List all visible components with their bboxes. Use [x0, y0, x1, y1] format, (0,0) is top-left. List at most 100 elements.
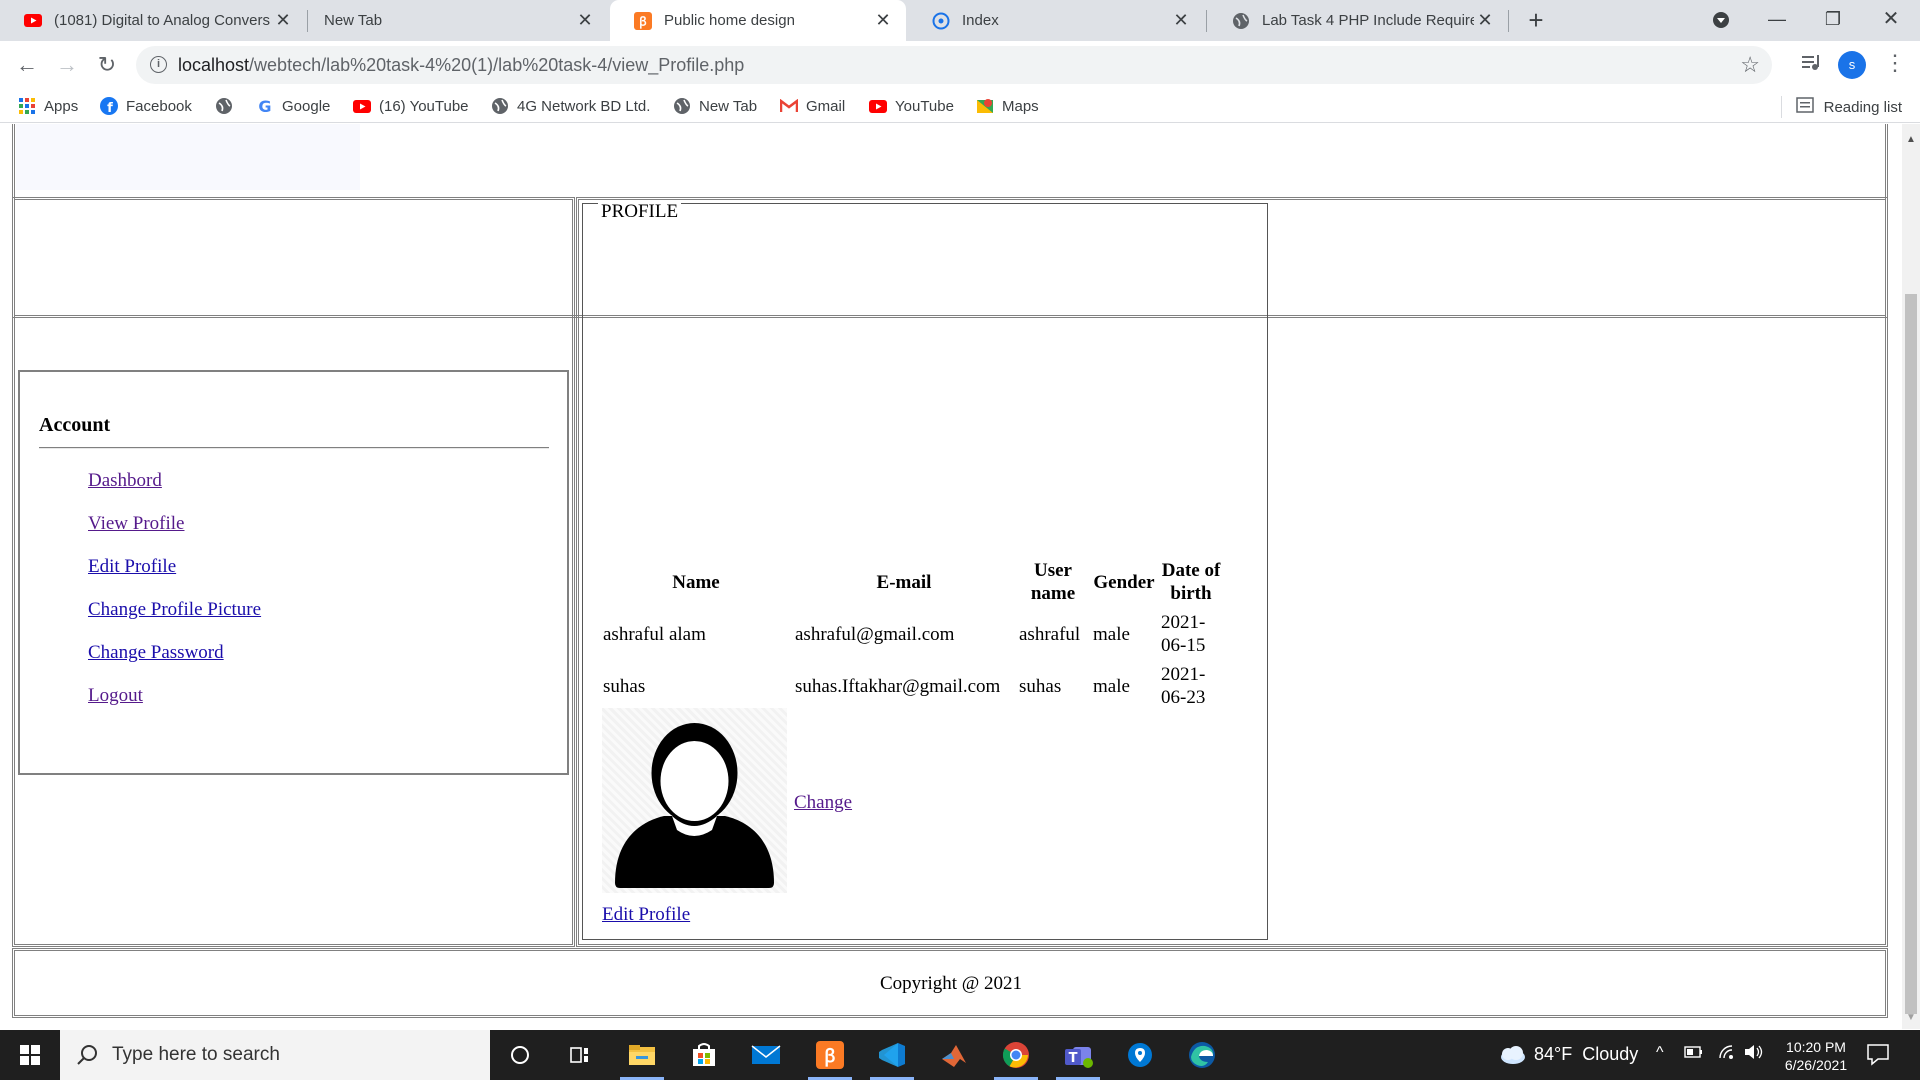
svg-text:G: G — [258, 97, 271, 115]
reading-list-button[interactable]: Reading list — [1780, 96, 1902, 118]
file-explorer-icon[interactable] — [612, 1030, 672, 1080]
cell-name: ashraful alam — [603, 623, 706, 645]
bookmark-apps[interactable]: Apps — [18, 96, 78, 116]
media-queue-icon[interactable] — [1800, 52, 1822, 79]
close-tab-icon[interactable]: ✕ — [872, 10, 894, 31]
account-title: Account — [39, 414, 111, 436]
globe-icon — [491, 97, 509, 115]
svg-text:ꞵ: ꞵ — [824, 1046, 835, 1067]
minimize-button[interactable]: — — [1754, 0, 1800, 41]
close-tab-icon[interactable]: ✕ — [272, 10, 294, 31]
bookmark-new-tab[interactable]: New Tab — [673, 96, 757, 116]
scroll-down-arrow-icon[interactable]: ▼ — [1906, 1012, 1916, 1023]
tab-youtube[interactable]: (1081) Digital to Analog Convers ✕ — [0, 0, 306, 41]
site-info-icon[interactable]: i — [150, 56, 167, 73]
cloud-icon — [1501, 1045, 1525, 1064]
change-picture-link[interactable]: Change — [794, 792, 852, 814]
bookmark-facebook[interactable]: f Facebook — [100, 96, 192, 116]
maps-icon — [976, 97, 994, 115]
close-window-button[interactable]: ✕ — [1868, 0, 1914, 41]
tab-title: Public home design — [664, 12, 795, 29]
weather-widget[interactable]: 84°F Cloudy — [1496, 1044, 1638, 1065]
facebook-icon: f — [100, 97, 118, 115]
windows-logo-icon — [20, 1045, 40, 1065]
clock-time: 10:20 PM — [1786, 1039, 1846, 1055]
bookmark-maps[interactable]: Maps — [976, 96, 1039, 116]
system-clock[interactable]: 10:20 PM 6/26/2021 — [1768, 1038, 1864, 1074]
page-scrollbar[interactable]: ▲ ▼ — [1902, 124, 1920, 1029]
google-icon: G — [256, 97, 274, 115]
vscode-icon[interactable] — [862, 1030, 922, 1080]
reading-list-label: Reading list — [1823, 98, 1902, 116]
bookmark-gmail[interactable]: Gmail — [780, 96, 845, 116]
battery-icon[interactable] — [1684, 1045, 1704, 1064]
close-tab-icon[interactable]: ✕ — [1474, 10, 1496, 31]
forward-button[interactable]: → — [50, 48, 84, 82]
mail-icon[interactable] — [736, 1030, 796, 1080]
address-bar[interactable]: i localhost/webtech/lab%20task-4%20(1)/l… — [136, 46, 1772, 84]
new-tab-button[interactable]: + — [1520, 4, 1552, 36]
cell-username: ashraful — [1019, 623, 1081, 645]
volume-icon[interactable] — [1744, 1044, 1764, 1065]
task-view-icon[interactable] — [550, 1030, 610, 1080]
column-header-username: User name — [1030, 560, 1076, 604]
sidebar-link-logout[interactable]: Logout — [88, 685, 143, 707]
show-hidden-icons-icon[interactable]: ^ — [1656, 1044, 1664, 1062]
start-button[interactable] — [0, 1030, 60, 1080]
bookmark-google[interactable]: G Google — [256, 96, 330, 116]
bookmark-label: New Tab — [699, 97, 758, 115]
column-header-gender: Gender — [1093, 571, 1155, 593]
tab-public-home-design[interactable]: ꞵ Public home design ✕ — [610, 0, 906, 41]
sidebar-link-change-password[interactable]: Change Password — [88, 642, 224, 664]
tab-index[interactable]: Index ✕ — [908, 0, 1204, 41]
sidebar-link-view-profile[interactable]: View Profile — [88, 513, 184, 535]
sidebar-link-edit-profile[interactable]: Edit Profile — [88, 556, 176, 578]
cell-username: suhas — [1019, 675, 1062, 697]
tab-search-button[interactable] — [1698, 0, 1744, 41]
teams-icon[interactable]: T — [1048, 1030, 1108, 1080]
cell-name: suhas — [603, 675, 646, 697]
url-text[interactable]: localhost/webtech/lab%20task-4%20(1)/lab… — [178, 55, 744, 76]
bookmark-youtube-16[interactable]: (16) YouTube — [353, 96, 469, 116]
cell-email: ashraful@gmail.com — [795, 623, 955, 645]
bookmark-globe[interactable] — [215, 96, 241, 116]
edge-icon[interactable] — [1172, 1030, 1232, 1080]
chrome-menu-icon[interactable]: ⋮ — [1884, 50, 1906, 76]
bookmark-label: Maps — [1002, 97, 1039, 115]
sidebar-link-dashboard[interactable]: Dashbord — [88, 470, 162, 492]
profile-avatar[interactable]: s — [1838, 51, 1866, 79]
taskbar-search-box[interactable]: Type here to search — [60, 1030, 490, 1080]
scroll-up-arrow-icon[interactable]: ▲ — [1906, 134, 1916, 145]
restore-button[interactable]: ❐ — [1810, 0, 1856, 41]
microsoft-store-icon[interactable] — [674, 1030, 734, 1080]
search-icon — [77, 1045, 97, 1065]
sidebar-link-change-profile-picture[interactable]: Change Profile Picture — [88, 599, 261, 621]
close-tab-icon[interactable]: ✕ — [1170, 10, 1192, 31]
windows-taskbar: Type here to search ꞵ T 84°F Cloudy ^ 10… — [0, 1030, 1920, 1080]
wifi-icon[interactable] — [1718, 1044, 1738, 1065]
bookmark-youtube[interactable]: YouTube — [869, 96, 954, 116]
globe-icon — [215, 97, 233, 115]
clock-date: 6/26/2021 — [1784, 1057, 1848, 1073]
edit-profile-link[interactable]: Edit Profile — [602, 904, 690, 926]
reading-list-icon — [1795, 97, 1814, 117]
tab-title: (1081) Digital to Analog Convers — [54, 12, 270, 29]
close-tab-icon[interactable]: ✕ — [574, 10, 596, 31]
table-row: suhas suhas.Iftakhar@gmail.com suhas mal… — [602, 662, 1222, 710]
chrome-icon[interactable] — [986, 1030, 1046, 1080]
tab-lab-task-4[interactable]: Lab Task 4 PHP Include Require w ✕ — [1208, 0, 1508, 41]
notification-center-icon[interactable] — [1866, 1042, 1890, 1071]
bookmark-star-icon[interactable]: ☆ — [1740, 52, 1760, 78]
tab-new-tab[interactable]: New Tab ✕ — [308, 0, 608, 41]
reload-button[interactable]: ↻ — [90, 48, 124, 82]
maps-app-icon[interactable] — [1110, 1030, 1170, 1080]
weather-text: 84°F Cloudy — [1534, 1044, 1639, 1064]
cell-gender: male — [1093, 675, 1130, 697]
scrollbar-thumb[interactable] — [1905, 294, 1917, 1014]
cortana-icon[interactable] — [490, 1030, 550, 1080]
matlab-icon[interactable] — [924, 1030, 984, 1080]
xampp-taskbar-icon[interactable]: ꞵ — [800, 1030, 860, 1080]
table-header-row: Name E-mail User name Gender Date of bir… — [602, 558, 1222, 606]
bookmark-4g-network[interactable]: 4G Network BD Ltd. — [491, 96, 650, 116]
back-button[interactable]: ← — [10, 48, 44, 82]
